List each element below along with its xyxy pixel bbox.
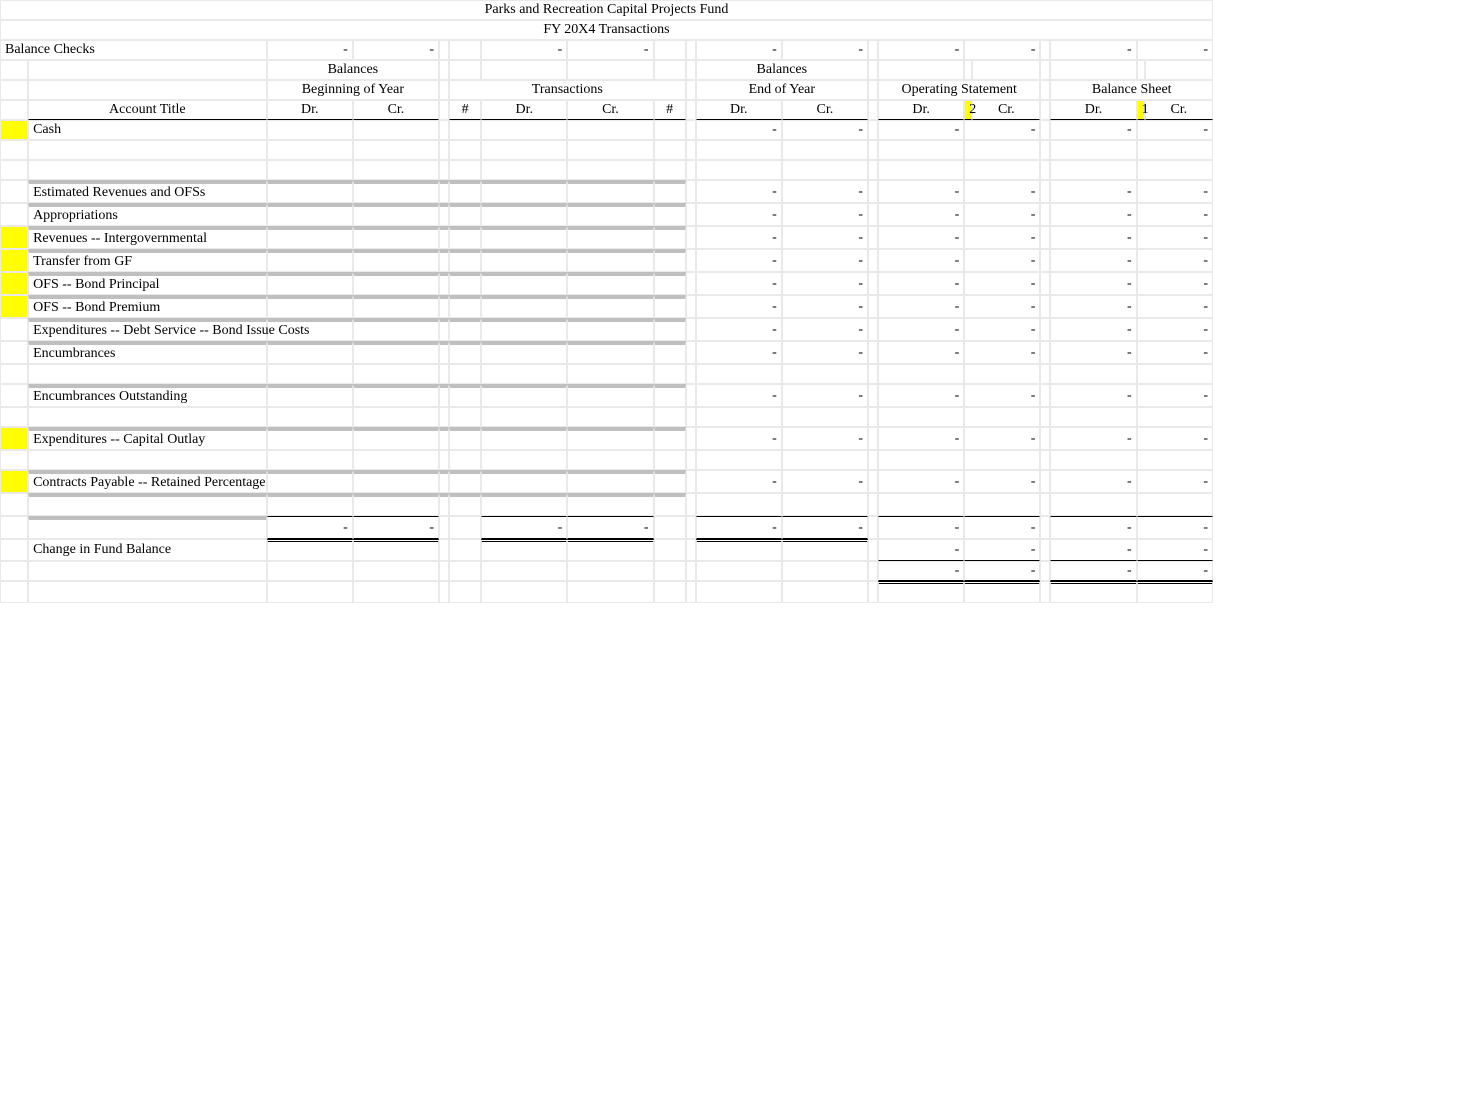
bc-bs-cr: - [1137,40,1213,60]
chg-bs-dr: - [1050,539,1136,561]
total-eoy-cr: - [782,516,868,539]
account-approp: Appropriations [28,203,267,226]
final-bs-cr: - [1137,561,1213,581]
final-op-cr: - [964,561,1040,581]
hdr-bs-cr: Cr. [1145,100,1213,120]
row-marker [0,120,28,140]
hdr-op-dr: Dr. [878,100,964,120]
total-op-cr: - [964,516,1040,539]
hdr-txn-hash1: # [449,100,481,120]
chg-bs-cr: - [1137,539,1213,561]
hdr-op-cr: Cr. [972,100,1040,120]
hdr-op-stmt: Operating Statement [878,80,1040,100]
title-line-1: Parks and Recreation Capital Projects Fu… [0,0,1213,20]
hdr-eoy-cr: Cr. [782,100,868,120]
title-line-2: FY 20X4 Transactions [0,20,1213,40]
total-beg-dr: - [267,516,353,539]
hdr-bal-sheet: Balance Sheet [1050,80,1213,100]
bc-eoy-dr: - [696,40,782,60]
hdr-balances-2: Balances [696,60,868,80]
total-eoy-dr: - [696,516,782,539]
account-transfer-gf: Transfer from GF [28,249,267,272]
hdr-beg-dr: Dr. [267,100,353,120]
total-bs-cr: - [1137,516,1213,539]
account-rev-intergov: Revenues -- Intergovernmental [28,226,267,249]
hdr-transactions: Transactions [449,80,686,100]
hdr-eoy-dr: Dr. [696,100,782,120]
bc-beg-dr: - [267,40,353,60]
bc-txn-dr: - [481,40,567,60]
total-txn-dr: - [481,516,567,539]
bc-op-dr: - [878,40,964,60]
chg-op-dr: - [878,539,964,561]
op-flag: 2 [964,100,972,120]
bc-op-cr: - [964,40,1040,60]
bs-flag: 1 [1137,100,1145,120]
account-ofs-principal: OFS -- Bond Principal [28,272,267,295]
chg-op-cr: - [964,539,1040,561]
final-op-dr: - [878,561,964,581]
hdr-bs-dr: Dr. [1050,100,1136,120]
account-exp-debt-svc: Expenditures -- Debt Service -- Bond Iss… [28,318,267,341]
account-contracts-payable: Contracts Payable -- Retained Percentage [28,470,267,493]
total-bs-dr: - [1050,516,1136,539]
account-cash: Cash [28,120,267,140]
balance-checks-label: Balance Checks [0,40,267,60]
hdr-account-title: Account Title [28,100,267,120]
total-txn-cr: - [567,516,653,539]
bc-eoy-cr: - [782,40,868,60]
bc-txn-cr: - [567,40,653,60]
bc-bs-dr: - [1050,40,1136,60]
hdr-txn-hash2: # [654,100,686,120]
account-exp-capital: Expenditures -- Capital Outlay [28,427,267,450]
change-fund-balance-label: Change in Fund Balance [28,539,267,561]
hdr-txn-dr: Dr. [481,100,567,120]
hdr-txn-cr: Cr. [567,100,653,120]
account-ofs-premium: OFS -- Bond Premium [28,295,267,318]
hdr-balances-1: Balances [267,60,439,80]
account-enc-outstanding: Encumbrances Outstanding [28,384,267,407]
account-est-rev: Estimated Revenues and OFSs [28,180,267,203]
bc-beg-cr: - [353,40,439,60]
account-encumbrances: Encumbrances [28,341,267,364]
spreadsheet-grid: Parks and Recreation Capital Projects Fu… [0,0,1213,603]
hdr-beg-cr: Cr. [353,100,439,120]
final-bs-dr: - [1050,561,1136,581]
total-op-dr: - [878,516,964,539]
hdr-end-year: End of Year [696,80,868,100]
total-beg-cr: - [353,516,439,539]
hdr-beg-year: Beginning of Year [267,80,439,100]
